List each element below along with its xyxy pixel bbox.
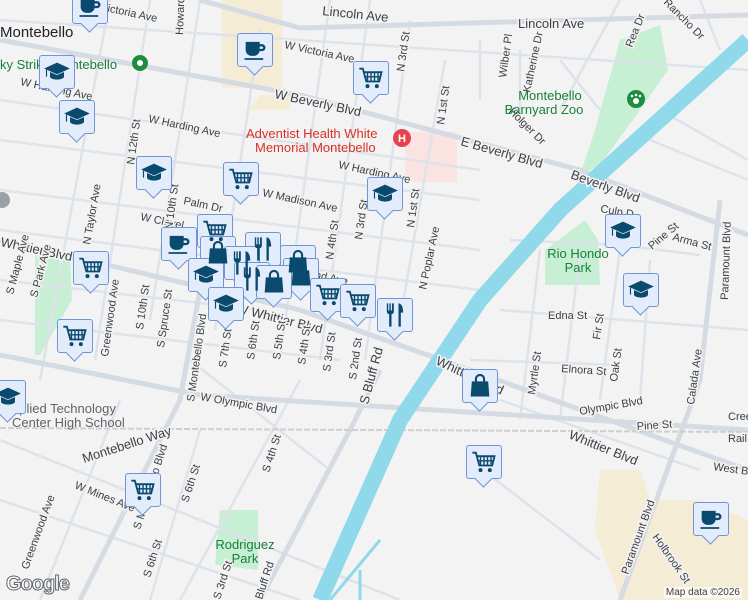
park-label[interactable]: Rodriguez (215, 537, 274, 552)
road-label: Pine St (636, 419, 672, 433)
road-label: Myrtle St (526, 351, 544, 396)
road-label: Whittier Blvd (567, 427, 640, 468)
school-icon (140, 159, 168, 187)
road-label: N 4th St (324, 219, 341, 260)
coffee-icon (697, 505, 725, 533)
cart-icon (344, 287, 372, 315)
school-marker[interactable] (39, 55, 75, 99)
road-label: Paramount Blvd (719, 221, 734, 300)
road-label: Wilber Pl (497, 33, 515, 78)
road-label: Katherine Dr (521, 30, 546, 93)
grocery-marker[interactable] (466, 445, 502, 489)
road-label: Rancho Dr (661, 0, 707, 43)
cart-icon (357, 64, 385, 92)
road-label: Rail (728, 433, 747, 445)
road-label: S 10th St (134, 284, 152, 330)
school-icon (63, 103, 91, 131)
shopping-marker[interactable] (256, 265, 292, 309)
grocery-marker[interactable] (340, 284, 376, 328)
road-label: Fir St (591, 313, 607, 341)
school-marker[interactable] (208, 287, 244, 331)
road-label: Olympic Blvd (578, 395, 643, 418)
school-marker[interactable] (59, 100, 95, 144)
svg-text:H: H (398, 133, 406, 145)
coffee-icon (76, 0, 104, 21)
road-label: N Taylor Ave (81, 183, 103, 246)
school-icon (43, 58, 71, 86)
school-marker[interactable] (623, 273, 659, 317)
cart-icon (470, 448, 498, 476)
grocery-marker[interactable] (125, 473, 161, 517)
park-label[interactable]: Park (232, 551, 259, 566)
coffee-marker[interactable] (237, 33, 273, 77)
road-label: Elnora St (561, 363, 607, 378)
school-label[interactable]: Center High School (12, 415, 125, 430)
road-label: Arma St (671, 231, 712, 253)
map-data-attribution[interactable]: Map data ©2026 (663, 587, 742, 598)
road-label: S 2nd St (347, 337, 365, 380)
city-label: Montebello (0, 24, 73, 41)
bag-icon (466, 372, 494, 400)
road-label: W Harding Ave (147, 113, 221, 140)
google-logo: Google (6, 573, 71, 596)
coffee-marker[interactable] (693, 502, 729, 546)
grocery-marker[interactable] (223, 162, 259, 206)
school-marker[interactable] (367, 177, 403, 221)
school-icon (371, 180, 399, 208)
cart-icon (314, 281, 342, 309)
hospital-label[interactable]: Adventist Health White (246, 126, 378, 141)
cart-icon (227, 165, 255, 193)
school-icon (0, 383, 22, 411)
school-icon (609, 217, 637, 245)
road-label: S 6th St (179, 463, 203, 504)
fork-knife-icon (381, 301, 409, 329)
park-label[interactable]: Park (565, 260, 592, 275)
bag-icon (287, 261, 315, 289)
cart-icon (61, 322, 89, 350)
road-label: S 4th St (260, 433, 284, 474)
road-label: Lincoln Ave (518, 16, 584, 31)
road-label: Cree (728, 411, 748, 423)
road-label: N Poplar Ave (417, 226, 442, 291)
coffee-icon (165, 230, 193, 258)
school-icon (192, 261, 220, 289)
grocery-marker[interactable] (353, 61, 389, 105)
hospital-label[interactable]: Memorial Montebello (255, 140, 376, 155)
road-label: S 4th St (296, 325, 313, 365)
grocery-marker[interactable] (57, 319, 93, 363)
road-label: Edna St (548, 310, 587, 322)
zoo-label[interactable]: Montebello (518, 88, 582, 103)
coffee-icon (241, 36, 269, 64)
road-label: N 1st St (435, 85, 452, 125)
cart-icon (129, 476, 157, 504)
shopping-marker[interactable] (462, 369, 498, 413)
school-marker[interactable] (605, 214, 641, 258)
road-label: Palm Dr (182, 195, 224, 215)
park-label[interactable]: Rio Hondo (547, 246, 608, 261)
coffee-marker[interactable] (72, 0, 108, 34)
school-icon (627, 276, 655, 304)
road-label: N 3rd St (395, 31, 413, 73)
hospital-pin-icon[interactable]: H (393, 129, 411, 147)
school-label[interactable]: pplied Technology (12, 401, 116, 416)
cart-icon (77, 254, 105, 282)
road-label: Oak St (608, 347, 625, 382)
grocery-marker[interactable] (73, 251, 109, 295)
road-label: S 6th St (245, 320, 262, 360)
school-marker[interactable] (0, 380, 26, 424)
road-label: W Olympic Blvd (199, 391, 278, 416)
zoo-label[interactable]: Barnyard Zoo (505, 102, 584, 117)
place-pin-icon[interactable] (132, 55, 148, 71)
school-icon (212, 290, 240, 318)
restaurant-marker[interactable] (377, 298, 413, 342)
road-label: Howard (174, 0, 187, 35)
road-label: Greenwood Ave (20, 494, 58, 571)
road-label: West Bl (713, 461, 748, 478)
bag-icon (260, 268, 288, 296)
school-pin-icon[interactable] (0, 192, 10, 208)
road-label: Lincoln Ave (322, 3, 389, 25)
paw-pin-icon[interactable] (627, 90, 645, 108)
school-marker[interactable] (136, 156, 172, 200)
